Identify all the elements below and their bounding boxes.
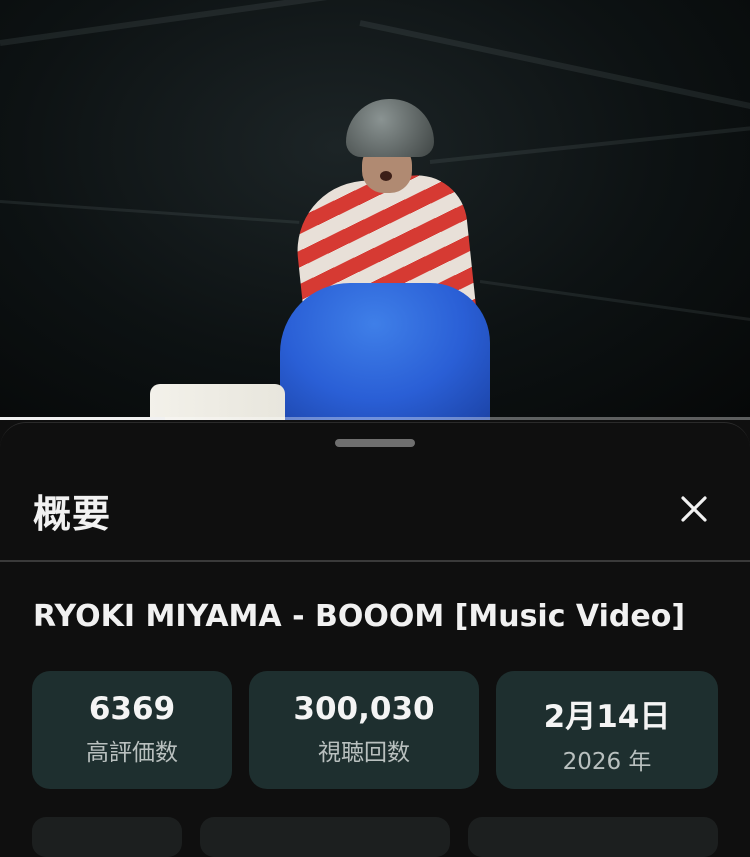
light-panel	[150, 384, 285, 420]
sheet-title: 概要	[33, 492, 112, 536]
likes-stat-card: 6369 高評価数	[32, 671, 232, 789]
progress-bar[interactable]	[0, 417, 750, 420]
scene-light-beam	[479, 280, 750, 325]
divider	[0, 560, 750, 562]
progress-bar-fill	[0, 417, 165, 420]
close-icon	[681, 496, 707, 522]
views-count: 300,030	[293, 691, 435, 727]
likes-label: 高評価数	[86, 740, 178, 766]
video-title: RYOKI MIYAMA - BOOOM [Music Video]	[33, 599, 686, 634]
publish-date-card: 2月14日 2026 年	[496, 671, 718, 789]
drag-handle[interactable]	[335, 439, 415, 447]
close-button[interactable]	[674, 489, 714, 529]
video-frame-person	[280, 95, 490, 420]
publish-year: 2026 年	[562, 749, 652, 775]
mouth	[380, 171, 392, 181]
chip[interactable]	[468, 817, 718, 857]
scene-light-beam	[0, 0, 417, 46]
description-sheet: 概要 RYOKI MIYAMA - BOOOM [Music Video] 63…	[0, 422, 750, 857]
video-player[interactable]	[0, 0, 750, 420]
fur-hat	[346, 99, 434, 157]
chip[interactable]	[32, 817, 182, 857]
views-stat-card: 300,030 視聴回数	[249, 671, 479, 789]
likes-count: 6369	[88, 691, 176, 727]
publish-date: 2月14日	[543, 699, 671, 735]
chip[interactable]	[200, 817, 450, 857]
views-label: 視聴回数	[318, 740, 410, 766]
scene-light-beam	[0, 200, 300, 224]
blue-jacket	[280, 283, 490, 420]
